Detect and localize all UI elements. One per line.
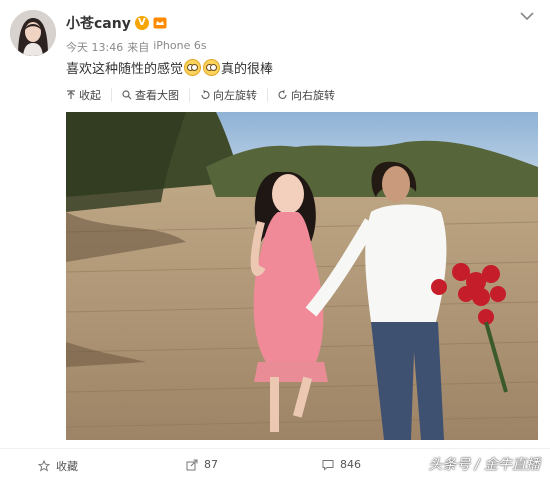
source-device[interactable]: iPhone 6s [153,39,206,55]
username[interactable]: 小苍cany V [66,13,167,33]
chevron-down-icon[interactable] [520,11,534,21]
member-crown-icon [153,17,167,29]
source-prefix: 来自 [127,41,150,54]
magnifier-icon [122,90,132,100]
post-text-before: 喜欢这种随性的感觉 [66,62,184,77]
post-time[interactable]: 今天 13:46 [66,39,123,55]
collapse-label: 收起 [79,89,101,102]
rotate-left-label: 向左旋转 [213,89,257,102]
favorite-label: 收藏 [56,460,78,473]
favorite-button[interactable]: 收藏 [38,458,78,474]
comment-button[interactable]: 846 [322,458,361,471]
repost-button[interactable]: 87 [186,458,218,471]
collapse-arrow-icon [67,90,75,99]
rotate-left-button[interactable]: 向左旋转 [200,88,268,102]
eyes-emoji-icon [203,59,221,76]
post-text: 喜欢这种随性的感觉 真的很棒 [66,58,273,77]
verified-badge-icon: V [134,16,149,30]
rotate-left-icon [201,90,210,99]
post-text-after: 真的很棒 [221,62,274,77]
eyes-emoji-icon [184,59,202,76]
comment-icon [322,459,334,471]
username-text[interactable]: 小苍cany [66,13,131,33]
repost-icon [186,459,198,470]
view-large-button[interactable]: 查看大图 [122,88,190,102]
watermark-text: 头条号 / 金牛直播 [428,457,540,473]
post-photo[interactable] [66,112,538,440]
rotate-right-label: 向右旋转 [291,89,335,102]
avatar[interactable] [10,10,56,56]
comment-count: 846 [340,458,361,471]
image-toolbar: 收起 查看大图 向左旋转 向右旋转 [66,88,536,106]
view-large-label: 查看大图 [135,89,179,102]
collapse-button[interactable]: 收起 [66,88,112,102]
star-icon [38,460,50,472]
rotate-right-icon [278,90,287,99]
post-meta: 今天 13:46 来自 iPhone 6s [66,39,207,55]
rotate-right-button[interactable]: 向右旋转 [278,88,345,102]
repost-count: 87 [204,458,218,471]
post-footer: 收藏 87 846 头条号 / 金牛直播 [0,448,550,478]
